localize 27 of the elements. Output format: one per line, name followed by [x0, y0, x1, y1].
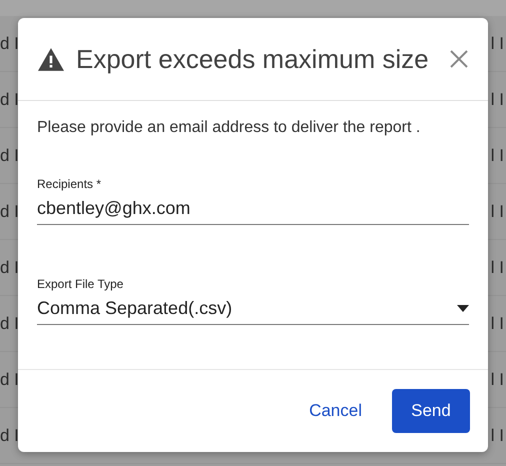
table-cell: d I: [0, 90, 19, 110]
table-cell: l I: [490, 202, 504, 222]
table-cell: l I: [490, 370, 504, 390]
table-cell: l I: [490, 34, 504, 54]
field-label: Export File Type: [37, 277, 124, 291]
table-cell: l I: [490, 90, 504, 110]
dialog-title: Export exceeds maximum size: [76, 44, 430, 74]
dialog-message: Please provide an email address to deliver the report .: [37, 119, 422, 137]
table-cell: d I: [0, 426, 19, 446]
close-icon[interactable]: [450, 50, 468, 68]
table-cell: l I: [490, 426, 504, 446]
table-cell: d I: [0, 34, 19, 54]
warning-icon: [38, 48, 64, 70]
select-field[interactable]: Comma Separated(.csv): [37, 298, 469, 325]
table-cell: l I: [490, 146, 504, 166]
table-cell: l I: [490, 258, 504, 278]
cancel-button[interactable]: Cancel: [307, 393, 364, 429]
table-cell: l I: [490, 314, 504, 334]
input-field[interactable]: cbentley@ghx.com: [37, 198, 469, 225]
table-cell: d I: [0, 202, 19, 222]
field-label: Recipients *: [37, 177, 102, 191]
send-button[interactable]: Send: [392, 389, 470, 433]
table-cell: d I: [0, 258, 19, 278]
table-cell: d I: [0, 370, 19, 390]
table-cell: d I: [0, 146, 19, 166]
table-cell: d I: [0, 314, 19, 334]
caret-icon: [457, 305, 469, 312]
